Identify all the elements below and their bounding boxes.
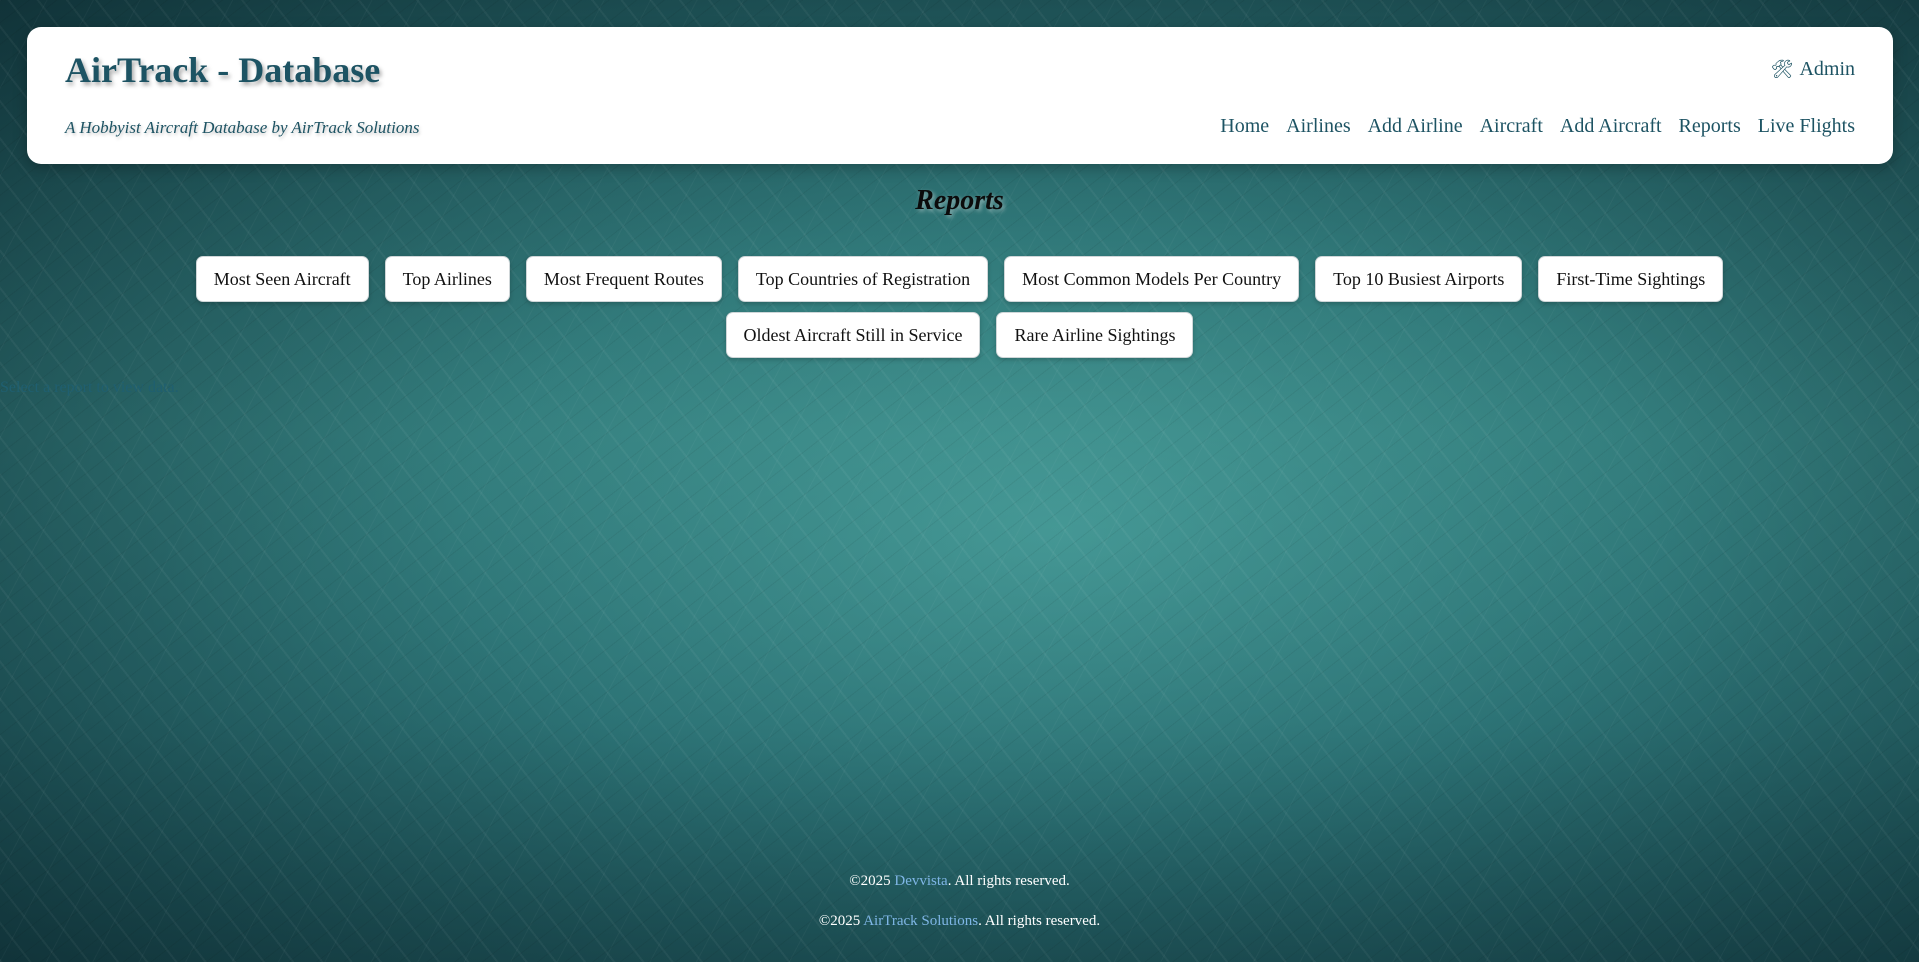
nav-airlines[interactable]: Airlines: [1286, 115, 1350, 138]
nav-home[interactable]: Home: [1220, 115, 1269, 138]
hammer-wrench-icon: 🛠: [1770, 59, 1794, 79]
footer-copyright-airtrack: ©2025 AirTrack Solutions. All rights res…: [0, 913, 1919, 930]
page-title: Reports: [915, 185, 1004, 216]
devvista-link[interactable]: Devvista: [894, 873, 947, 889]
airtrack-solutions-link[interactable]: AirTrack Solutions: [863, 913, 978, 929]
admin-label: Admin: [1799, 58, 1855, 80]
busiest-airports-button[interactable]: Top 10 Busiest Airports: [1315, 256, 1523, 302]
footer-copyright-devvista: ©2025 Devvista. All rights reserved.: [0, 873, 1919, 890]
site-title: AirTrack - Database: [65, 50, 381, 90]
rare-airline-sightings-button[interactable]: Rare Airline Sightings: [996, 312, 1194, 358]
first-time-sightings-button[interactable]: First-Time Sightings: [1538, 256, 1724, 302]
footer-copyright-prefix: ©2025: [818, 913, 864, 929]
common-models-per-country-button[interactable]: Most Common Models Per Country: [1004, 256, 1300, 302]
footer-rights-text: . All rights reserved.: [947, 873, 1070, 889]
main-nav: Home Airlines Add Airline Aircraft Add A…: [1220, 115, 1855, 138]
report-output-placeholder: Select a report to view data.: [0, 379, 179, 396]
nav-add-aircraft[interactable]: Add Aircraft: [1560, 115, 1662, 138]
most-seen-aircraft-button[interactable]: Most Seen Aircraft: [195, 256, 369, 302]
report-button-group: Most Seen Aircraft Top Airlines Most Fre…: [70, 256, 1849, 358]
site-header: AirTrack - Database A Hobbyist Aircraft …: [27, 27, 1893, 164]
oldest-aircraft-button[interactable]: Oldest Aircraft Still in Service: [725, 312, 981, 358]
top-countries-registration-button[interactable]: Top Countries of Registration: [737, 256, 989, 302]
nav-reports[interactable]: Reports: [1679, 115, 1741, 138]
admin-link[interactable]: 🛠 Admin: [1771, 58, 1855, 81]
site-tagline: A Hobbyist Aircraft Database by AirTrack…: [65, 118, 420, 137]
nav-aircraft[interactable]: Aircraft: [1480, 115, 1543, 138]
top-airlines-button[interactable]: Top Airlines: [384, 256, 510, 302]
nav-live-flights[interactable]: Live Flights: [1758, 115, 1855, 138]
footer-rights-text: . All rights reserved.: [978, 913, 1101, 929]
footer-copyright-prefix: ©2025: [849, 873, 895, 889]
nav-add-airline[interactable]: Add Airline: [1368, 115, 1463, 138]
most-frequent-routes-button[interactable]: Most Frequent Routes: [525, 256, 722, 302]
